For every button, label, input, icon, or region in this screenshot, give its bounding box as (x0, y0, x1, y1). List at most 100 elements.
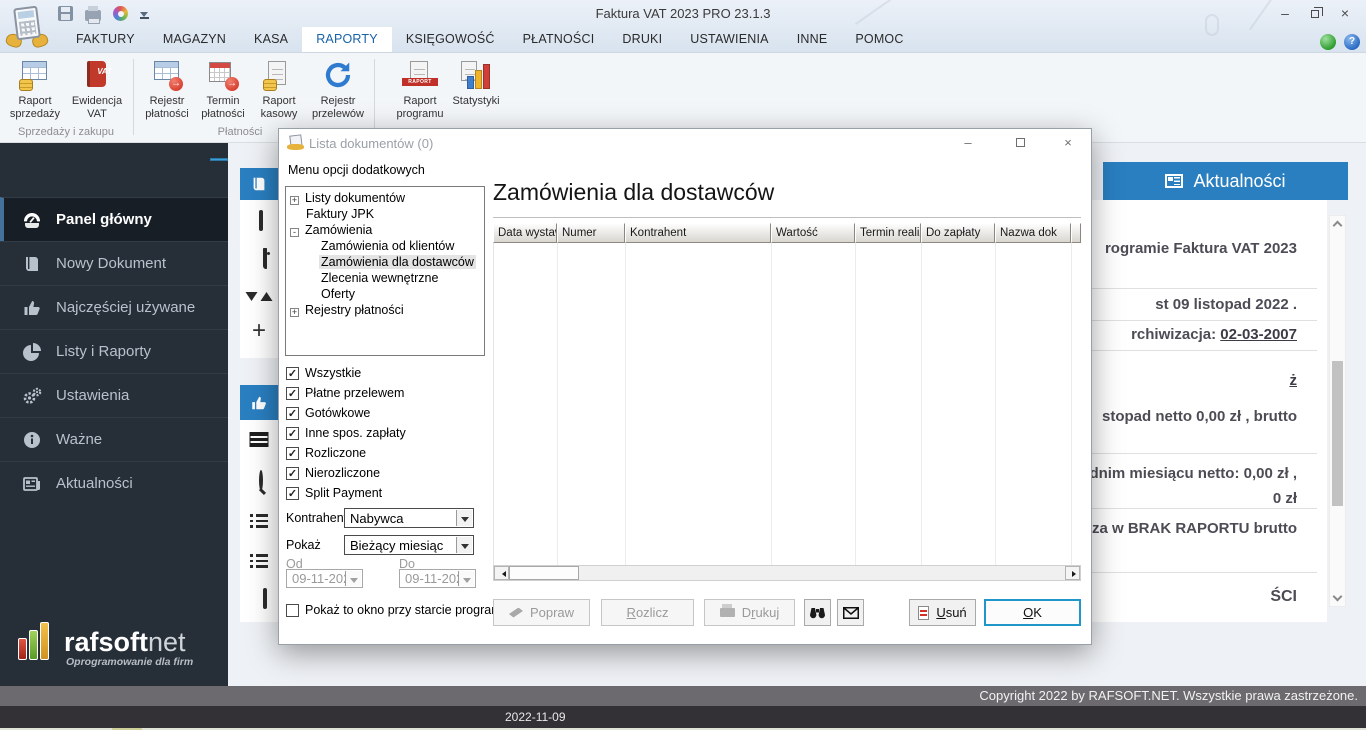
chevron-down-icon[interactable] (456, 510, 472, 526)
tree-item[interactable]: Faktury JPK (289, 206, 484, 222)
checkbox-icon[interactable] (286, 486, 299, 500)
tree-expander-icon[interactable]: + (290, 196, 299, 205)
tab-inne[interactable]: INNE (783, 27, 842, 52)
ribbon-rejestr-przelewow[interactable]: Rejestr przelewów (307, 57, 369, 120)
column-header[interactable]: Wartość (771, 223, 855, 243)
dialog-minimize-button[interactable]: – (954, 135, 982, 153)
ribbon-termin-platnosci[interactable]: → Termin płatności (195, 57, 251, 120)
tree-item[interactable]: + Rejestry płatności (289, 302, 484, 318)
filter-gotowkowe[interactable]: Gotówkowe (286, 406, 370, 420)
sidebar-item-najczesciej-uzywane[interactable]: Najczęściej używane (0, 285, 228, 329)
close-button[interactable]: × (1334, 6, 1356, 22)
tree-item[interactable]: Oferty (289, 286, 484, 302)
tree-item[interactable]: Zamówienia od klientów (289, 238, 484, 254)
news-scrollbar[interactable] (1329, 215, 1346, 607)
dialog-titlebar[interactable]: Lista dokumentów (0) – × (279, 129, 1091, 156)
news-link[interactable]: ż (1290, 372, 1298, 389)
startup-checkbox[interactable]: Pokaż to okno przy starcie programu (286, 603, 509, 617)
column-header[interactable]: Kontrahent (625, 223, 771, 243)
column-header[interactable]: Do zapłaty (921, 223, 995, 243)
table-icon[interactable] (249, 432, 269, 447)
filter-nierozliczone[interactable]: Nierozliczone (286, 466, 380, 480)
chevron-down-icon[interactable] (456, 537, 472, 553)
ok-button[interactable]: OK (984, 599, 1081, 626)
search-binoculars-button[interactable] (804, 599, 831, 626)
news-panel-header[interactable]: Aktualności (1103, 162, 1348, 200)
tab-platnosci[interactable]: PŁATNOŚCI (509, 27, 609, 52)
scrollbar-thumb[interactable] (509, 566, 579, 580)
scroll-up-icon[interactable] (1332, 220, 1343, 231)
sort-icon[interactable] (245, 292, 273, 301)
checkbox-icon[interactable] (286, 466, 299, 480)
ribbon-rejestr-platnosci[interactable]: → Rejestr płatności (139, 57, 195, 120)
ribbon-raport-kasowy[interactable]: Raport kasowy (251, 57, 307, 120)
tab-raporty[interactable]: RAPORTY (302, 27, 392, 52)
sidebar-item-aktualnosci[interactable]: Aktualności (0, 461, 228, 505)
card-najczesciej-header[interactable] (240, 385, 278, 420)
rafsoft-logo[interactable]: rafsoftnet Oprogramowanie dla firm (18, 622, 218, 668)
filter-inne-spos-zaplaty[interactable]: Inne spos. zapłaty (286, 426, 406, 440)
kontrahent-select[interactable]: Nabywca (344, 508, 474, 528)
sidebar-item-listy-i-raporty[interactable]: Listy i Raporty (0, 329, 228, 373)
tree-item[interactable]: Zlecenia wewnętrzne (289, 270, 484, 286)
plus-icon[interactable]: + (252, 319, 266, 343)
column-header[interactable]: Data wystawi (493, 223, 557, 243)
checkbox-icon[interactable] (286, 426, 299, 440)
ribbon-raport-sprzedazy[interactable]: Raport sprzedaży (4, 57, 66, 120)
card-nowy-dokument-header[interactable] (240, 168, 278, 200)
ribbon-statystyki[interactable]: Statystyki (448, 57, 504, 108)
scroll-right-icon[interactable] (1065, 566, 1080, 580)
sidebar-item-wazne[interactable]: Ważne (0, 417, 228, 461)
horizontal-scrollbar[interactable] (493, 565, 1081, 581)
help-icon[interactable]: ? (1344, 34, 1360, 50)
checkbox-icon[interactable] (286, 366, 299, 380)
tag-icon[interactable] (263, 248, 267, 269)
tab-kasa[interactable]: KASA (240, 27, 302, 52)
checkbox-icon[interactable] (286, 406, 299, 420)
restore-button[interactable] (1304, 6, 1326, 22)
dialog-maximize-button[interactable] (1006, 135, 1034, 153)
tab-pomoc[interactable]: POMOC (841, 27, 917, 52)
sidebar-item-nowy-dokument[interactable]: Nowy Dokument (0, 241, 228, 285)
scrollbar-thumb[interactable] (1332, 361, 1343, 506)
tab-ustawienia[interactable]: USTAWIENIA (676, 27, 782, 52)
calculator-icon[interactable] (263, 588, 267, 609)
tree-item-selected[interactable]: Zamówienia dla dostawców (289, 254, 484, 270)
checkbox-icon[interactable] (286, 446, 299, 460)
table-body[interactable] (493, 243, 1081, 565)
ribbon-ewidencja-vat[interactable]: VAT Ewidencja VAT (66, 57, 128, 120)
filter-split-payment[interactable]: Split Payment (286, 486, 382, 500)
menu-opcji-dodatkowych[interactable]: Menu opcji dodatkowych (288, 163, 425, 177)
scroll-left-icon[interactable] (494, 566, 509, 580)
ribbon-raport-programu[interactable]: RAPORT Raport programu (392, 57, 448, 120)
email-button[interactable] (837, 599, 864, 626)
filter-rozliczone[interactable]: Rozliczone (286, 446, 366, 460)
dialog-close-button[interactable]: × (1054, 135, 1082, 153)
tree-expander-icon[interactable]: + (290, 308, 299, 317)
minimize-button[interactable]: – (1274, 6, 1296, 22)
pokaz-select[interactable]: Bieżący miesiąc (344, 535, 474, 555)
sidebar-item-panel-glowny[interactable]: Panel główny (0, 197, 228, 241)
tab-druki[interactable]: DRUKI (608, 27, 676, 52)
archive-date-link[interactable]: 02-03-2007 (1220, 326, 1297, 343)
calculator-icon[interactable] (259, 210, 263, 231)
list-icon[interactable] (250, 554, 268, 571)
checkbox-icon[interactable] (286, 603, 299, 617)
column-header[interactable]: Numer (557, 223, 625, 243)
scroll-down-icon[interactable] (1332, 591, 1343, 602)
checkbox-icon[interactable] (286, 386, 299, 400)
sidebar-item-ustawienia[interactable]: Ustawienia (0, 373, 228, 417)
column-header[interactable]: Nazwa dok (995, 223, 1071, 243)
filter-platne-przelewem[interactable]: Płatne przelewem (286, 386, 404, 400)
list-icon[interactable] (250, 514, 268, 531)
tab-ksiegowosc[interactable]: KSIĘGOWOŚĆ (392, 27, 509, 52)
search-icon[interactable] (259, 470, 263, 491)
usun-button[interactable]: Usuń (909, 599, 976, 626)
tab-faktury[interactable]: FAKTURY (62, 27, 149, 52)
tree-expander-icon[interactable]: - (290, 228, 299, 237)
tree-item[interactable]: + Listy dokumentów (289, 190, 484, 206)
online-status-icon[interactable] (1320, 34, 1336, 50)
tab-magazyn[interactable]: MAGAZYN (149, 27, 240, 52)
tree-item[interactable]: - Zamówienia (289, 222, 484, 238)
column-header[interactable]: Termin realiz (855, 223, 921, 243)
